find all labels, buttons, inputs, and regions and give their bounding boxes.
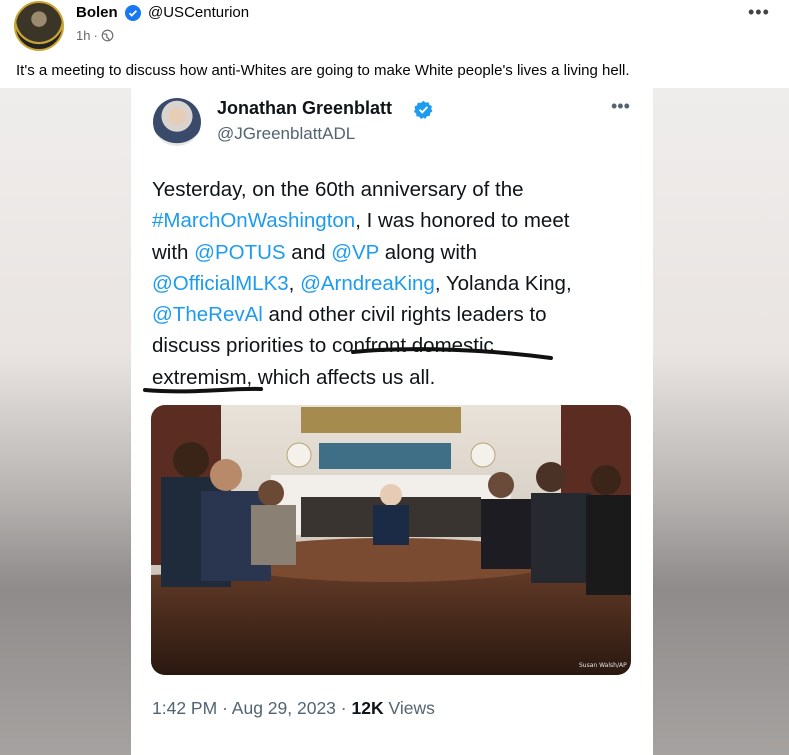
tweet-author-handle: @JGreenblattADL	[217, 124, 356, 143]
footer-dot: ·	[222, 698, 228, 718]
post-meta: 1h ·	[76, 28, 114, 43]
more-options-icon: •••	[611, 96, 630, 116]
author-name[interactable]: Bolen	[76, 4, 118, 21]
verified-icon	[414, 100, 433, 119]
mention-link: @POTUS	[194, 240, 286, 264]
tweet-author-name: Jonathan Greenblatt	[217, 98, 393, 118]
tweet-text: and	[285, 240, 332, 264]
tweet-text: , Yolanda King,	[434, 271, 572, 295]
meeting-photo: Susan Walsh/AP	[151, 405, 631, 675]
post-time[interactable]: 1h	[76, 28, 90, 43]
meta-separator: ·	[93, 28, 98, 43]
tweet-text: , I was honored to meet	[355, 209, 570, 233]
tweet-photo: Susan Walsh/AP	[151, 405, 631, 675]
tweet-line: #MarchOnWashington, I was honored to mee…	[152, 205, 632, 236]
post-text: It's a meeting to discuss how anti-White…	[16, 62, 630, 79]
tweet-line: Yesterday, on the 60th anniversary of th…	[152, 174, 632, 205]
views-label: Views	[388, 698, 435, 718]
hashtag-link: #MarchOnWashington	[152, 209, 356, 233]
tweet-date: Aug 29, 2023	[231, 698, 336, 718]
mention-link: @ArndreaKing	[300, 271, 435, 295]
mention-link: @OfficialMLK3	[152, 271, 289, 295]
tweet-line: discuss priorities to confront domestic	[152, 330, 632, 361]
tweet-time: 1:42 PM	[152, 698, 218, 718]
globe-icon	[101, 29, 114, 42]
photo-credit: Susan Walsh/AP	[579, 662, 627, 669]
tweet-avatar	[153, 98, 201, 146]
footer-dot: ·	[340, 698, 347, 718]
author-handle[interactable]: @USCenturion	[148, 4, 249, 21]
tweet-line: with @POTUS and @VP along with	[152, 237, 632, 268]
tweet-line: @TheRevAl and other civil rights leaders…	[152, 299, 632, 330]
tweet-line: extremism, which affects us all.	[152, 362, 632, 393]
tweet-footer: 1:42 PM · Aug 29, 2023 · 12K Views	[152, 698, 435, 719]
tweet-card: Jonathan Greenblatt @JGreenblattADL ••• …	[131, 88, 653, 755]
post-image[interactable]: Jonathan Greenblatt @JGreenblattADL ••• …	[0, 88, 789, 755]
tweet-text: and other civil rights leaders to	[262, 303, 547, 327]
tweet-text: extremism, which affects us all.	[152, 365, 436, 389]
tweet-body: Yesterday, on the 60th anniversary of th…	[152, 174, 632, 393]
tweet-text: discuss priorities to confront domestic	[152, 334, 494, 358]
tweet-line: @OfficialMLK3, @ArndreaKing, Yolanda Kin…	[152, 268, 632, 299]
verified-icon	[125, 5, 141, 21]
more-options-icon[interactable]: •••	[748, 2, 770, 23]
mention-link: @TheRevAl	[152, 303, 263, 327]
post-header: Bolen @USCenturion 1h · •••	[0, 0, 789, 60]
tweet-text: ,	[288, 271, 301, 295]
tweet-text: along with	[379, 240, 478, 264]
views-count: 12K	[351, 698, 384, 718]
mention-link: @VP	[331, 240, 379, 264]
tweet-text: with	[152, 240, 195, 264]
avatar[interactable]	[14, 1, 64, 51]
tweet-text: Yesterday, on the 60th anniversary of th…	[152, 178, 524, 201]
